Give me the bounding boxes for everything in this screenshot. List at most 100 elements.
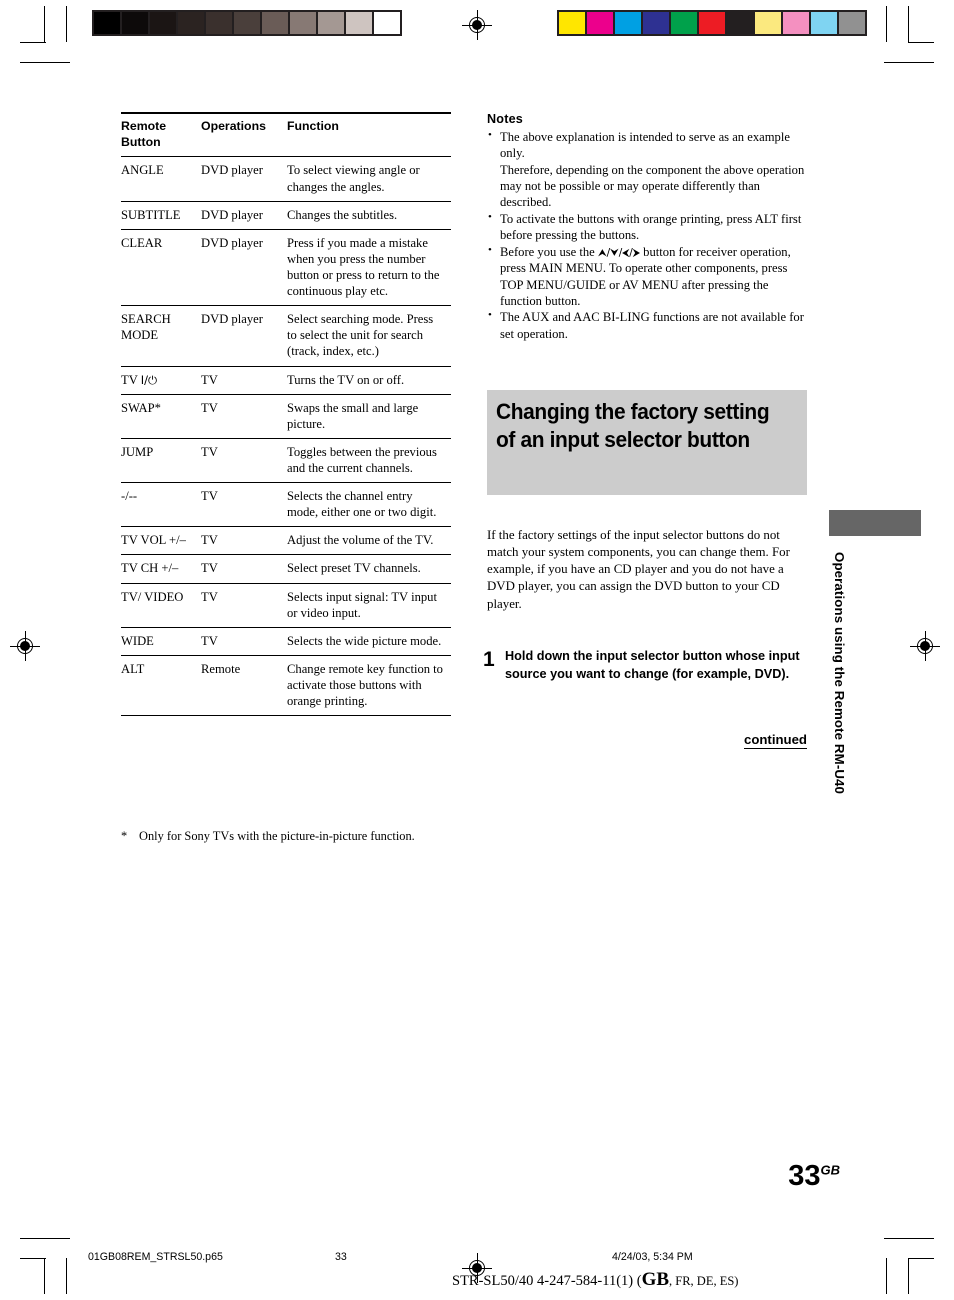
table-row: -/-- TV Selects the channel entry mode, ei… bbox=[121, 482, 451, 528]
calibration-swatch-0 bbox=[559, 12, 585, 34]
column-header-function: Function bbox=[287, 112, 451, 158]
cell-function: Change remote key function to activate t… bbox=[287, 655, 451, 717]
cell-operations: DVD player bbox=[201, 229, 287, 307]
calibration-swatch-0 bbox=[94, 12, 120, 34]
side-tab-marker-block bbox=[829, 510, 921, 536]
cell-remote-button: TV/ VIDEO bbox=[121, 583, 201, 628]
remote-button-reference-table-container: Remote Button Operations Function ANGLE DV… bbox=[121, 112, 451, 717]
crop-mark-bottom-right-horizontal bbox=[908, 1258, 934, 1260]
cell-function: Turns the TV on or off. bbox=[287, 366, 451, 395]
crop-mark-top-right-horizontal bbox=[908, 42, 934, 44]
note-item: Before you use the ⮝/⮟/⮜/⮞ button for re… bbox=[487, 243, 807, 310]
section-heading-text: Changing the factory setting of an input… bbox=[496, 399, 770, 452]
calibration-swatch-4 bbox=[206, 12, 232, 34]
cell-remote-button: -/-- bbox=[121, 482, 201, 528]
cell-operations: DVD player bbox=[201, 201, 287, 230]
registration-target-left bbox=[10, 631, 40, 661]
section-heading-banner: Changing the factory setting of an input… bbox=[487, 390, 807, 495]
cell-operations: TV bbox=[201, 394, 287, 439]
power-symbol-icon: I/⏻ bbox=[140, 372, 158, 387]
table-row: TV I/⏻ TV Turns the TV on or off. bbox=[121, 366, 451, 395]
calibration-swatch-5 bbox=[234, 12, 260, 34]
continued-label: continued bbox=[487, 732, 807, 749]
registration-target-right bbox=[910, 631, 940, 661]
cell-remote-button: WIDE bbox=[121, 627, 201, 656]
cell-function: Selects input signal: TV input or video … bbox=[287, 583, 451, 628]
section-intro-paragraph: If the factory settings of the input sel… bbox=[487, 527, 790, 611]
table-row: ALT Remote Change remote key function to a… bbox=[121, 655, 451, 717]
calibration-swatch-6 bbox=[727, 12, 753, 34]
notes-section: Notes The above explanation is intended … bbox=[487, 112, 807, 342]
cell-remote-button: SWAP* bbox=[121, 394, 201, 439]
direction-arrows-icon: ⮝/⮟/⮜/⮞ bbox=[597, 246, 641, 259]
cell-function: Toggles between the previous and the cur… bbox=[287, 438, 451, 484]
calibration-swatch-9 bbox=[346, 12, 372, 34]
cell-remote-button: CLEAR bbox=[121, 229, 201, 307]
calibration-swatch-10 bbox=[374, 12, 400, 34]
cell-operations: TV bbox=[201, 627, 287, 656]
crop-mark-bottom-right-outer-horizontal bbox=[884, 1238, 934, 1240]
page-number-suffix: GB bbox=[820, 1162, 841, 1178]
continued-text: continued bbox=[743, 732, 807, 749]
cell-function: To select viewing angle or changes the a… bbox=[287, 156, 451, 202]
notes-heading: Notes bbox=[487, 112, 523, 126]
cell-function: Changes the subtitles. bbox=[287, 201, 451, 230]
calibration-swatch-2 bbox=[150, 12, 176, 34]
calibration-swatch-3 bbox=[178, 12, 204, 34]
crop-mark-top-left-horizontal bbox=[20, 42, 46, 44]
color-calibration-bar bbox=[557, 10, 867, 36]
calibration-swatch-10 bbox=[839, 12, 865, 34]
table-row: JUMP TV Toggles between the previous and t… bbox=[121, 438, 451, 484]
table-row: CLEAR DVD player Press if you made a mista… bbox=[121, 229, 451, 307]
table-body: ANGLE DVD player To select viewing angle o… bbox=[121, 156, 451, 717]
cell-remote-button: TV I/⏻ bbox=[121, 366, 201, 395]
page-number-value: 33 bbox=[788, 1160, 821, 1192]
note-item: The AUX and AAC BI-LING functions are no… bbox=[487, 308, 807, 342]
footer-page-number: 33 bbox=[335, 1251, 347, 1263]
note-continuation-text: Therefore, depending on the component th… bbox=[500, 162, 805, 210]
note-text: The above explanation is intended to ser… bbox=[500, 130, 790, 161]
calibration-swatch-1 bbox=[122, 12, 148, 34]
note-text: Before you use the bbox=[500, 244, 598, 259]
calibration-swatch-8 bbox=[318, 12, 344, 34]
calibration-swatch-6 bbox=[262, 12, 288, 34]
footer-filename: 01GB08REM_STRSL50.p65 bbox=[88, 1251, 223, 1263]
footer-timestamp: 4/24/03, 5:34 PM bbox=[612, 1251, 693, 1263]
table-row: TV CH +/– TV Select preset TV channels. bbox=[121, 554, 451, 584]
footer-model-suffix: , FR, DE, ES) bbox=[669, 1274, 739, 1288]
side-tab-chapter-label: Operations using the Remote RM-U40 bbox=[832, 552, 847, 795]
crop-mark-top-right-outer-horizontal bbox=[884, 62, 934, 64]
crop-mark-bottom-right-vertical bbox=[908, 1258, 910, 1294]
footer-model-prefix: STR-SL50/40 4-247-584-11(1) ( bbox=[452, 1273, 642, 1289]
calibration-swatch-7 bbox=[290, 12, 316, 34]
cell-remote-button: ANGLE bbox=[121, 156, 201, 202]
page-number: 33GB bbox=[700, 1160, 840, 1193]
table-row: TV VOL +/– TV Adjust the volume of the TV. bbox=[121, 526, 451, 556]
calibration-swatch-4 bbox=[671, 12, 697, 34]
calibration-swatch-8 bbox=[783, 12, 809, 34]
table-row: SEARCH MODE DVD player Select searching mo… bbox=[121, 305, 451, 367]
step-text: Hold down the input selector button whos… bbox=[505, 649, 800, 681]
note-item: The above explanation is intended to ser… bbox=[487, 128, 807, 211]
calibration-swatch-7 bbox=[755, 12, 781, 34]
cell-function: Select searching mode. Press to select t… bbox=[287, 305, 451, 367]
footnote-text: Only for Sony TVs with the picture-in-pi… bbox=[139, 829, 415, 843]
footnote-marker: * bbox=[121, 829, 128, 843]
procedure-step-1: 1 Hold down the input selector button wh… bbox=[483, 648, 813, 684]
table-footnote: * Only for Sony TVs with the picture-in-… bbox=[121, 828, 461, 844]
crop-mark-top-left-vertical bbox=[44, 6, 46, 42]
footer-model-line: STR-SL50/40 4-247-584-11(1) (GB, FR, DE,… bbox=[452, 1269, 738, 1291]
cell-operations: TV bbox=[201, 554, 287, 584]
cell-remote-button: TV VOL +/– bbox=[121, 526, 201, 556]
cell-function: Select preset TV channels. bbox=[287, 554, 451, 584]
cell-remote-button: SUBTITLE bbox=[121, 201, 201, 230]
cell-remote-button: JUMP bbox=[121, 438, 201, 484]
column-header-operations: Operations bbox=[201, 112, 287, 158]
registration-target-top bbox=[462, 10, 492, 40]
crop-mark-top-left-outer-horizontal bbox=[20, 62, 70, 64]
table-row: WIDE TV Selects the wide picture mode. bbox=[121, 627, 451, 656]
calibration-swatch-9 bbox=[811, 12, 837, 34]
crop-mark-bottom-left-outer-horizontal bbox=[20, 1238, 70, 1240]
cell-remote-button: ALT bbox=[121, 655, 201, 717]
crop-mark-bottom-left-vertical bbox=[44, 1258, 46, 1294]
